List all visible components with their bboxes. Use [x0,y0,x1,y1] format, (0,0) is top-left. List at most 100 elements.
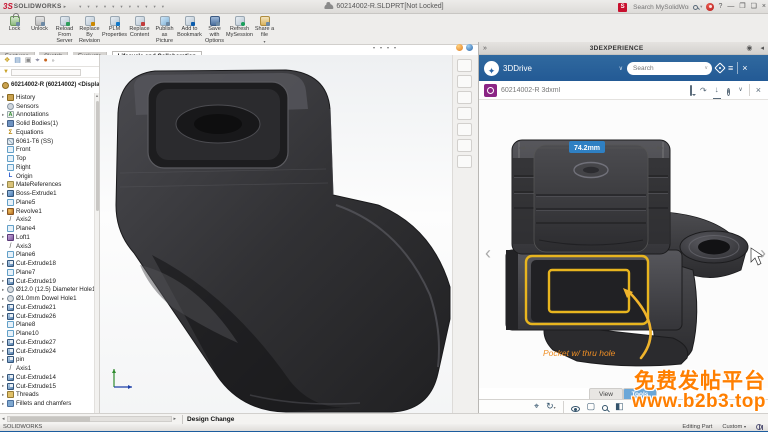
tree-item[interactable]: ▸ History [0,93,94,102]
tree-item[interactable]: Equations [0,128,94,137]
panel-dock-icon[interactable]: ◂ [756,44,768,52]
tree-item[interactable]: Plane6 [0,251,94,260]
display-manager-tab-icon[interactable]: ● [43,55,47,67]
search-scope-caret-icon[interactable]: ∨ [704,65,708,71]
tree-item[interactable]: ▸ Revolve1 [0,207,94,216]
file-explorer-icon[interactable] [457,91,472,104]
graphics-viewport[interactable] [100,55,452,413]
panel-pin-icon[interactable]: ◉ [742,44,756,52]
view-palette-icon[interactable] [457,107,472,120]
ribbon-button[interactable]: Unlock [27,15,52,37]
solidworks-resources-tile-icon[interactable]: S [618,2,628,12]
download-icon[interactable]: ↓ [712,82,721,99]
units-dropdown[interactable]: Custom ▾ [722,424,746,430]
tree-item[interactable]: ▸ Threads [0,391,94,400]
tree-item[interactable]: ▸ Annotations [0,111,94,120]
ribbon-button[interactable]: PLM Properties [102,15,127,43]
tree-item[interactable]: ▸ pin [0,356,94,365]
new-document[interactable]: ▾ [84,1,91,13]
rebuild[interactable]: ▾ [142,1,149,13]
ribbon-button[interactable]: Refresh MySession [226,15,253,43]
3ddrive-search-input[interactable] [631,63,691,73]
view-orientation-icon[interactable] [372,43,375,53]
info-icon[interactable]: i [726,87,731,96]
ribbon-button[interactable]: Reload From Server [52,15,77,48]
tree-item[interactable]: ▸ Solid Bodies(1) [0,119,94,128]
globe-icon[interactable] [756,424,763,431]
property-manager-tab-icon[interactable]: ▤ [14,55,21,67]
collapse-icon[interactable] [457,59,472,72]
zoom-window-icon[interactable]: ▢ [587,400,596,413]
horizontal-scrollbar[interactable] [6,416,172,422]
tree-item[interactable]: Top [0,154,94,163]
cascade-button[interactable]: ❏ [751,0,757,14]
tree-root-item[interactable]: 60214002-R (60214002) <Display St [0,80,99,90]
tree-item[interactable]: Right [0,163,94,172]
3ddrive-search[interactable]: ∨ [627,61,712,75]
tree-item[interactable]: Plane4 [0,224,94,233]
viewer-close-icon[interactable]: × [754,81,763,100]
ribbon-button[interactable]: Lock [2,13,27,37]
save[interactable]: ▾ [101,1,108,13]
display-style-icon[interactable] [379,43,382,53]
tree-item[interactable]: Axis2 [0,216,94,225]
menu-icon[interactable]: ≡ [728,55,733,81]
search-caret-icon[interactable]: ▾ [700,4,702,10]
tree-item[interactable]: ▸ Cut-Extrude15 [0,382,94,391]
3d-preview-viewer[interactable]: ‹ › 74.2mm Pocket w/ thru hole [479,100,768,388]
solidworks-resources-icon[interactable] [457,155,472,168]
tree-item[interactable]: Plane7 [0,268,94,277]
comment-icon[interactable] [689,84,692,96]
open-document[interactable]: ▾ [93,1,100,13]
tree-item[interactable]: Axis3 [0,242,94,251]
tree-item[interactable]: Origin [0,172,94,181]
tree-scrollbar[interactable]: ▲ [94,93,99,413]
panel-collapse-icon[interactable]: » [479,45,491,52]
tree-item[interactable]: Sensors [0,102,94,111]
3dexperience-compass-icon[interactable] [484,60,499,76]
tree-item[interactable]: ▸ Boss-Extrude1 [0,189,94,198]
tree-item[interactable]: Plane8 [0,321,94,330]
tree-item[interactable]: ▸ Ø12.0 (12.5) Diameter Hole1 [0,286,94,295]
tree-item[interactable]: Plane10 [0,329,94,338]
ribbon-button[interactable]: Share a file ▾ [252,15,277,44]
tree-item[interactable]: ▸ Cut-Extrude14 [0,373,94,382]
appearance-ball-icon[interactable] [456,44,463,51]
rotate-view-icon[interactable]: ↻ [546,400,556,414]
share-icon[interactable]: ↷ [698,81,709,100]
tree-item[interactable]: ▸ Cut-Extrude18 [0,259,94,268]
tree-item[interactable]: 6061-T6 (SS) [0,137,94,146]
visibility-icon[interactable] [570,405,580,412]
tree-item[interactable]: ▸ Loft1 [0,233,94,242]
section-cut-icon[interactable]: ◧ [615,400,624,413]
options[interactable]: ▾ [159,1,166,13]
scene-ball-icon[interactable] [466,44,473,51]
edit-appearance-icon[interactable] [393,43,396,53]
dimxpert-manager-tab-icon[interactable]: ⌖ [36,55,40,67]
app-close-icon[interactable]: × [742,55,747,81]
tree-item[interactable]: Plane5 [0,198,94,207]
dimension-label[interactable]: 74.2mm [574,145,600,152]
hide-show-items-icon[interactable] [386,43,389,53]
minimize-button[interactable]: — [727,0,734,14]
print[interactable]: ▾ [109,1,116,13]
file-properties[interactable]: ▾ [150,1,157,13]
filter-input[interactable] [10,68,81,76]
help-button[interactable]: ? [718,0,722,14]
tree-item[interactable]: Axis1 [0,364,94,373]
scroll-right-icon[interactable]: ▸ [172,416,179,422]
app-selector-dropdown[interactable]: 3DDrive ∨ [503,64,623,73]
configuration-manager-tab-icon[interactable]: ▣ [25,55,32,67]
select[interactable]: ▾ [134,1,141,13]
logo-caret-icon[interactable]: ▸ [64,4,67,10]
model-tab[interactable]: Design Change [187,416,234,423]
next-item-chevron[interactable]: › [760,244,766,262]
ribbon-button[interactable]: Add to Bookmark [177,15,202,43]
mysolidworks-search[interactable]: ▾ [631,2,702,12]
home[interactable]: ▾ [76,1,83,13]
feature-manager-tab-icon[interactable]: ❖ [4,55,10,67]
fit-view-icon[interactable]: ⌖ [534,400,539,413]
design-library-icon[interactable] [457,75,472,88]
tree-item[interactable]: Front [0,146,94,155]
custom-properties-icon[interactable] [457,139,472,152]
